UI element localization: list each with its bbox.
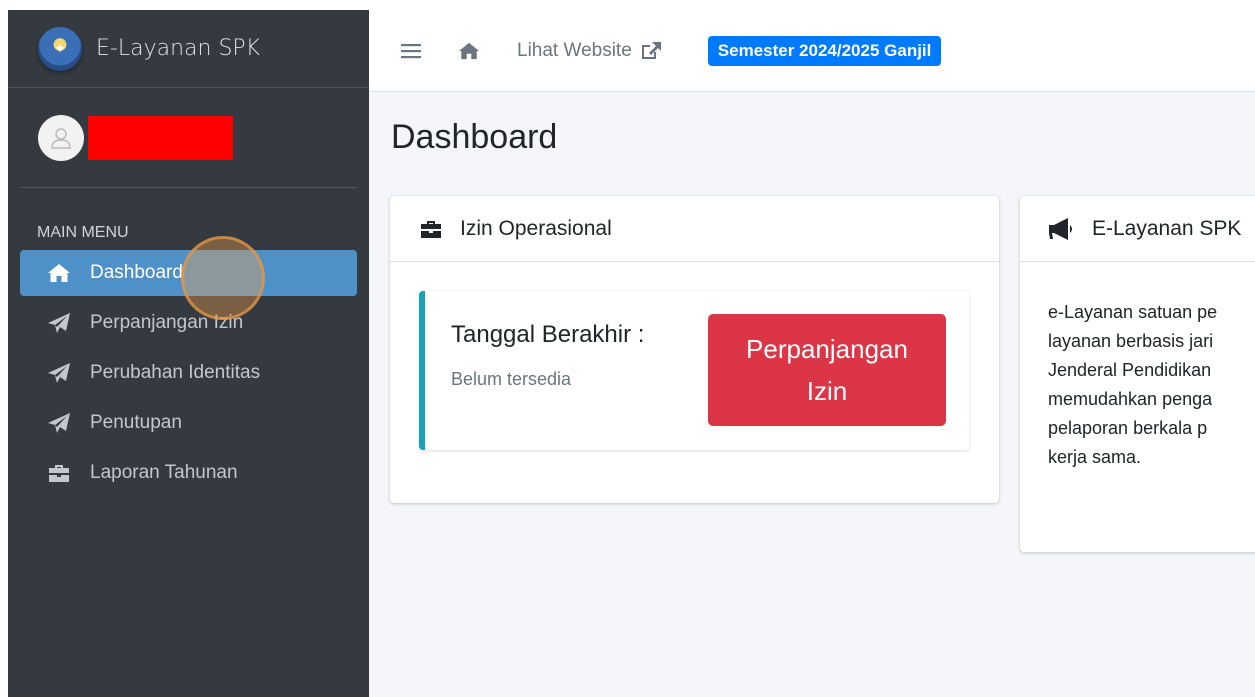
home-icon bbox=[46, 262, 72, 284]
info-text-line: e-Layanan satuan pe bbox=[1048, 302, 1218, 322]
paper-plane-icon bbox=[46, 312, 72, 334]
sidebar-item-perpanjangan-izin[interactable]: Perpanjangan Izin bbox=[20, 300, 357, 346]
brand-link[interactable]: ✦ E-Layanan SPK bbox=[8, 10, 369, 88]
menu-header: MAIN MENU bbox=[37, 224, 129, 241]
briefcase-icon bbox=[46, 462, 72, 484]
info-card-body: e-Layanan satuan pe layanan berbasis jar… bbox=[1020, 262, 1255, 472]
page-title: Dashboard bbox=[391, 118, 558, 156]
hamburger-menu-icon[interactable] bbox=[401, 42, 421, 60]
lihat-website-link[interactable]: Lihat Website bbox=[517, 40, 662, 62]
perpanjangan-izin-button[interactable]: Perpanjangan Izin bbox=[708, 314, 946, 426]
brand-logo-icon: ✦ bbox=[38, 26, 82, 71]
info-text-line: memudahkan penga bbox=[1048, 389, 1213, 409]
paper-plane-icon bbox=[46, 362, 72, 384]
briefcase-icon bbox=[421, 220, 441, 238]
sidebar-item-dashboard[interactable]: Dashboard bbox=[20, 250, 357, 296]
card-title: Izin Operasional bbox=[460, 216, 612, 240]
tanggal-callout: Tanggal Berakhir : Belum tersedia Perpan… bbox=[419, 291, 969, 450]
paper-plane-icon bbox=[46, 412, 72, 434]
sidebar-item-label: Perubahan Identitas bbox=[90, 362, 261, 383]
sidebar-item-label: Perpanjangan Izin bbox=[90, 312, 244, 333]
sidebar: ✦ E-Layanan SPK MAIN MENU Dashboard Perp… bbox=[8, 10, 369, 697]
megaphone-icon bbox=[1049, 217, 1072, 240]
e-layanan-info-card: E-Layanan SPK e-Layanan satuan pe layana… bbox=[1020, 196, 1255, 552]
semester-badge: Semester 2024/2025 Ganjil bbox=[707, 35, 942, 66]
external-link-icon bbox=[641, 41, 661, 59]
lihat-website-label: Lihat Website bbox=[517, 39, 632, 61]
card-title: E-Layanan SPK bbox=[1092, 216, 1242, 240]
card-header: E-Layanan SPK bbox=[1020, 196, 1255, 262]
info-text-line: pelaporan berkala p bbox=[1048, 418, 1208, 438]
card-header: Izin Operasional bbox=[390, 196, 999, 262]
info-text-line: layanan berbasis jari bbox=[1048, 331, 1214, 351]
user-avatar-icon bbox=[38, 114, 84, 161]
brand-title: E-Layanan SPK bbox=[96, 36, 261, 61]
sidebar-item-label: Laporan Tahunan bbox=[90, 462, 238, 483]
tanggal-berakhir-value: Belum tersedia bbox=[451, 369, 572, 389]
sidebar-item-label: Penutupan bbox=[90, 412, 182, 433]
user-panel bbox=[20, 88, 357, 188]
user-name-redacted[interactable] bbox=[88, 115, 233, 160]
info-text-line: kerja sama. bbox=[1048, 447, 1142, 467]
info-text-line: Jenderal Pendidikan bbox=[1048, 360, 1212, 380]
sidebar-item-laporan-tahunan[interactable]: Laporan Tahunan bbox=[20, 450, 357, 496]
main-content: Dashboard Izin Operasional Tanggal Berak… bbox=[369, 92, 1255, 697]
home-icon[interactable] bbox=[457, 41, 481, 61]
sidebar-item-perubahan-identitas[interactable]: Perubahan Identitas bbox=[20, 350, 357, 396]
top-navbar: Lihat Website Semester 2024/2025 Ganjil bbox=[369, 10, 1255, 92]
sidebar-item-label: Dashboard bbox=[90, 262, 183, 283]
izin-operasional-card: Izin Operasional Tanggal Berakhir : Belu… bbox=[390, 196, 999, 503]
tanggal-berakhir-label: Tanggal Berakhir : bbox=[451, 321, 645, 348]
sidebar-item-penutupan[interactable]: Penutupan bbox=[20, 400, 357, 446]
